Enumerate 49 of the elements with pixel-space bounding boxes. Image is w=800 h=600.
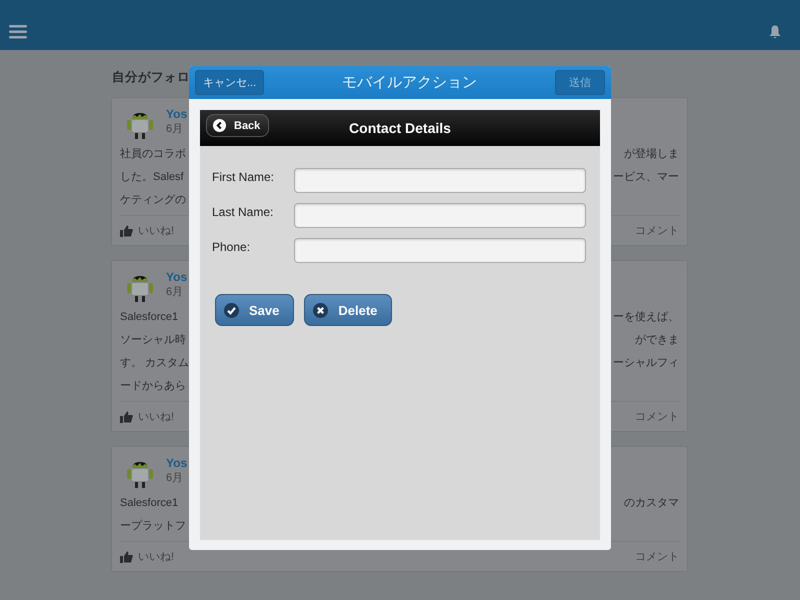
like-button[interactable]: いいね! [120, 410, 174, 424]
post-text: のカスタマ [624, 496, 679, 511]
thumbs-up-icon [120, 551, 133, 563]
menu-icon[interactable] [9, 25, 27, 39]
thumbs-up-icon [120, 225, 133, 237]
field-label: Phone: [212, 239, 252, 254]
author-link[interactable]: Yos [166, 270, 188, 285]
delete-button[interactable]: Delete [304, 294, 392, 326]
post-text: ーを使えば、 [613, 310, 679, 325]
field-label: First Name: [212, 169, 276, 184]
check-icon [224, 302, 239, 318]
post-text: が登場しま [624, 147, 679, 162]
post-date: 6月 [166, 286, 184, 299]
post-text: ができま [635, 333, 679, 348]
post-text: ープラットフ [120, 518, 186, 534]
cancel-button[interactable]: キャンセ... [195, 70, 264, 95]
post-text: ソーシャル時 [120, 333, 186, 348]
author-link[interactable]: Yos [166, 107, 188, 122]
field-label: Last Name: [212, 204, 274, 219]
feed-heading: 自分がフォロ [112, 70, 190, 85]
nav-title: Contact Details [349, 120, 451, 136]
comment-button[interactable]: コメント [635, 410, 679, 424]
like-button[interactable]: いいね! [120, 224, 174, 238]
send-button[interactable]: 送信 [554, 70, 605, 95]
modal-title: モバイルアクション [342, 73, 478, 92]
post-text: ービス、マー [613, 170, 679, 185]
close-icon [313, 302, 328, 318]
input-field[interactable] [294, 168, 586, 193]
bell-icon[interactable] [769, 25, 781, 39]
post-text: ーシャルフィ [613, 356, 679, 371]
post-text: す。 カスタム [120, 356, 190, 371]
post-text: ケティングの [120, 193, 186, 208]
thumbs-up-icon [120, 411, 133, 423]
input-field[interactable] [294, 203, 586, 228]
post-text: した。Salesf [120, 170, 184, 185]
post-text: Salesforce1 [120, 496, 178, 511]
author-link[interactable]: Yos [166, 456, 188, 471]
input-field[interactable] [294, 238, 586, 263]
back-button[interactable]: Back [206, 114, 270, 137]
save-button[interactable]: Save [215, 294, 294, 326]
chevron-left-icon [213, 119, 226, 132]
post-text: Salesforce1 [120, 310, 178, 325]
post-date: 6月 [166, 472, 184, 485]
post-text: 社員のコラボ [120, 147, 186, 162]
like-button[interactable]: いいね! [120, 550, 174, 564]
post-date: 6月 [166, 123, 184, 136]
comment-button[interactable]: コメント [635, 224, 679, 238]
post-text: ードからあら [120, 379, 186, 394]
comment-button[interactable]: コメント [635, 550, 679, 564]
